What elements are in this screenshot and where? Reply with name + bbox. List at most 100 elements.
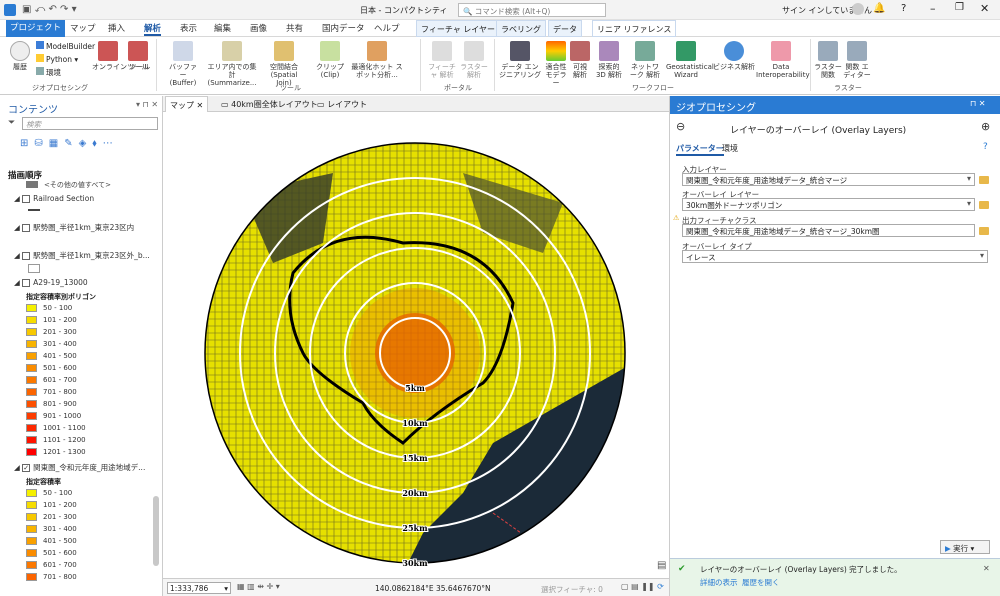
view-details-link[interactable]: 詳細の表示	[700, 577, 738, 588]
output-field[interactable]: 関東圏_令和元年度_用途地域データ_統合マージ_30km圏	[682, 224, 975, 237]
contents-scrollbar[interactable]	[153, 496, 159, 566]
close-tab-icon[interactable]: ✕	[197, 101, 204, 110]
clip-button[interactable]: クリップ (Clip)	[316, 41, 344, 79]
hotspot-button[interactable]: 最適化ホット スポット分析...	[350, 41, 404, 79]
layer-station-inside[interactable]: ◢ 駅勢圏_半径1km_東京23区内	[14, 222, 134, 233]
feature-analysis-button[interactable]: フィーチャ 解析	[428, 41, 456, 79]
layer-checkbox[interactable]	[22, 279, 31, 287]
layer-a29[interactable]: ◢ A29-19_13000	[14, 278, 88, 287]
data-engineering-button[interactable]: データ エンジニアリング	[498, 41, 542, 79]
contents-view-icons[interactable]: ⊞⛁▦✎◈⬧⋯	[20, 138, 119, 149]
layer-station-outside[interactable]: ◢ 駅勢圏_半径1km_東京23区外_b...	[14, 250, 150, 261]
tab-view[interactable]: 表示	[180, 22, 197, 34]
tab-map-view[interactable]: マップ ✕	[165, 96, 209, 112]
folder-icon[interactable]	[979, 227, 989, 235]
legend-item: 601 - 700	[26, 561, 77, 569]
tab-analysis[interactable]: 解析	[144, 22, 162, 36]
layer-checkbox-checked[interactable]: ✓	[22, 464, 31, 472]
command-search-input[interactable]: 🔍 コマンド検索 (Alt+Q)	[458, 3, 606, 17]
data-interoperability-button[interactable]: Data Interoperability	[756, 41, 810, 79]
minimize-icon[interactable]: –	[930, 2, 936, 15]
folder-icon[interactable]	[979, 201, 989, 209]
close-icon[interactable]: ✕	[983, 564, 990, 573]
python-button[interactable]: Python ▾	[36, 54, 78, 64]
spatial-join-button[interactable]: 空間結合 (Spatial Join)	[264, 41, 304, 87]
tab-layout[interactable]: ▭ レイアウト	[313, 96, 371, 112]
tab-insert[interactable]: 挿入	[108, 22, 125, 34]
summarize-within-button[interactable]: エリア内での集計 (Summarize...	[206, 41, 258, 87]
tab-share[interactable]: 共有	[286, 22, 303, 34]
tab-labeling[interactable]: ラベリング	[496, 20, 546, 37]
business-analysis-button[interactable]: ビジネス解析	[710, 41, 758, 71]
folder-icon[interactable]	[979, 176, 989, 184]
add-icon[interactable]: ⊕	[981, 120, 990, 133]
buffer-button[interactable]: バッファー (Buffer)	[166, 41, 200, 87]
help-icon[interactable]: ?	[983, 142, 988, 152]
environments-button[interactable]: 環境	[36, 67, 61, 78]
overlay-layer-field[interactable]: 30km圏外ドーナツポリゴン ▾	[682, 198, 975, 211]
layer-railroad[interactable]: ◢ Railroad Section	[14, 194, 94, 203]
network-analysis-button[interactable]: ネットワーク 解析	[628, 41, 662, 79]
layer-checkbox[interactable]	[22, 224, 31, 232]
legend-label: 401 - 500	[43, 537, 77, 545]
suitability-modeler-button[interactable]: 適合性 モデラー	[544, 41, 568, 87]
pause-drawing-icon[interactable]: ▢ ▤ ❚❚ ⟳	[621, 582, 664, 591]
tab-project[interactable]: プロジェクト	[6, 20, 66, 37]
pane-controls-icon[interactable]: ▾ ⊓ ✕	[136, 100, 158, 109]
layer-checkbox[interactable]	[22, 195, 31, 203]
bell-icon[interactable]: 🔔	[873, 3, 885, 14]
title-bar: ▣ ⤺ ↶ ↷ ▾ 日本 - コンパクトシティ 🔍 コマンド検索 (Alt+Q)…	[0, 0, 1000, 20]
tab-map[interactable]: マップ	[70, 22, 96, 34]
back-icon[interactable]: ⊖	[676, 120, 685, 133]
tab-layout-40km[interactable]: ▭ 40km圏全体レイアウト	[217, 96, 322, 112]
close-icon[interactable]: ✕	[980, 2, 989, 15]
map-nav-icons[interactable]: ▦ ▥ ⇹ ✛ ▾	[237, 582, 280, 591]
layer-kanto-landuse[interactable]: ◢ ✓ 関東圏_令和元年度_用途地域デ...	[14, 462, 145, 473]
visibility-icon	[570, 41, 590, 61]
tab-parameters[interactable]: パラメーター	[676, 143, 724, 156]
ring-label-30km: 30km	[402, 558, 428, 568]
legend-swatch	[26, 424, 37, 432]
visibility-analysis-button[interactable]: 可視 解析	[570, 41, 590, 79]
refresh-icon[interactable]: ⟳	[657, 582, 664, 591]
function-editor-button[interactable]: 関数 エディター	[842, 41, 872, 79]
open-history-link[interactable]: 履歴を開く	[742, 577, 780, 588]
scale-value: 1:333,786	[170, 584, 209, 593]
filter-icon[interactable]: ⏷	[8, 118, 15, 128]
tab-domestic-data[interactable]: 国内データ	[322, 22, 365, 34]
online-tools-button[interactable]: オンライン ツール	[92, 41, 150, 71]
help-icon[interactable]: ?	[901, 3, 906, 14]
overlay-type-select[interactable]: イレース ▾	[682, 250, 988, 263]
search-placeholder: コマンド検索 (Alt+Q)	[474, 7, 551, 16]
geostatistical-wizard-button[interactable]: Geostatistical Wizard	[666, 41, 714, 79]
tab-edit[interactable]: 編集	[214, 22, 231, 34]
tab-feature-layer[interactable]: フィーチャ レイヤー	[416, 20, 501, 37]
run-button[interactable]: ▶ 実行 ▾	[940, 540, 990, 554]
map-canvas[interactable]: 5km 10km 15km 20km 25km 30km ▤	[163, 113, 669, 579]
tab-linear-referencing[interactable]: リニア リファレンス	[592, 20, 677, 37]
tools-button[interactable]: ツール	[126, 41, 150, 71]
avatar[interactable]	[852, 3, 864, 15]
contents-search-input[interactable]: 検索	[22, 117, 158, 130]
tab-help[interactable]: ヘルプ	[374, 22, 400, 34]
raster-analysis-button[interactable]: ラスター 解析	[460, 41, 488, 79]
layer-checkbox[interactable]	[22, 252, 31, 260]
exploratory-3d-button[interactable]: 探索的 3D 解析	[594, 41, 624, 79]
history-button[interactable]: 履歴	[6, 41, 34, 71]
legend-swatch	[26, 448, 37, 456]
modelbuilder-button[interactable]: ModelBuilder	[36, 41, 95, 51]
interop-icon	[771, 41, 791, 61]
input-layer-field[interactable]: 関東圏_令和元年度_用途地域データ_統合マージ ▾	[682, 173, 975, 186]
ring-label-25km: 25km	[402, 523, 428, 533]
pane-controls-icon[interactable]: ⊓ ✕	[970, 99, 986, 108]
business-label: ビジネス解析	[713, 63, 755, 71]
raster-functions-button[interactable]: ラスター 関数	[814, 41, 842, 79]
tab-data[interactable]: データ	[548, 20, 582, 37]
tools-label: ツール	[127, 63, 149, 71]
table-icon[interactable]: ▤	[657, 560, 666, 571]
quick-access-icons[interactable]: ▣ ⤺ ↶ ↷ ▾	[22, 4, 77, 15]
tab-imagery[interactable]: 画像	[250, 22, 267, 34]
tab-environments[interactable]: 環境	[722, 143, 738, 154]
maximize-icon[interactable]: ❐	[955, 2, 964, 13]
scale-selector[interactable]: 1:333,786 ▾	[167, 582, 231, 594]
